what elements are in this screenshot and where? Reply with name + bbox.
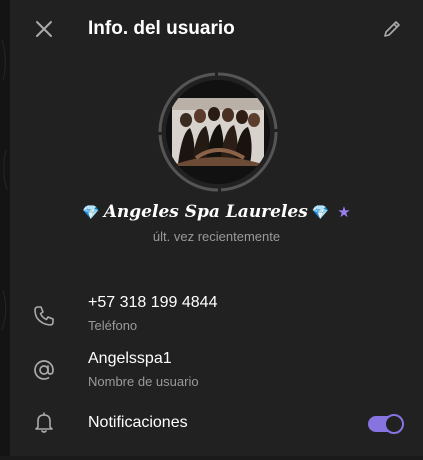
notifications-label: Notificaciones	[88, 414, 188, 431]
gem-emoji-right: 💎	[311, 203, 330, 220]
avatar-photo	[166, 80, 270, 184]
avatar[interactable]	[156, 70, 280, 194]
edit-button[interactable]	[374, 11, 410, 47]
username-value: Angelsspa1	[88, 350, 172, 367]
display-name: Angeles Spa Laureles	[103, 202, 308, 222]
last-seen-status: últ. vez recientemente	[152, 229, 281, 244]
display-name-row: 💎 Angeles Spa Laureles 💎 ★	[10, 202, 423, 222]
close-icon	[36, 21, 52, 37]
phone-number: +57 318 199 4844	[88, 294, 218, 311]
profile-photo-image	[166, 80, 270, 184]
at-icon	[30, 356, 58, 384]
notifications-toggle[interactable]	[368, 414, 404, 434]
username-label: Nombre de usuario	[88, 374, 199, 389]
gem-emoji-left: 💎	[82, 203, 100, 220]
premium-star-icon[interactable]: ★	[337, 203, 350, 221]
user-info-panel: Info. del usuario 💎 Angeles Spa Laureles…	[10, 0, 423, 456]
panel-header: Info. del usuario	[10, 0, 423, 60]
background-pattern	[1, 39, 8, 331]
close-button[interactable]	[26, 11, 62, 47]
notifications-row[interactable]: Notificaciones	[10, 404, 423, 460]
phone-label: Teléfono	[88, 318, 138, 333]
username-row[interactable]: Angelsspa1 Nombre de usuario	[10, 344, 423, 400]
pencil-icon	[384, 21, 400, 37]
page-title: Info. del usuario	[88, 18, 235, 39]
phone-icon	[30, 302, 58, 330]
toggle-knob	[384, 414, 404, 434]
left-background-strip	[0, 0, 10, 456]
phone-row[interactable]: +57 318 199 4844 Teléfono	[10, 288, 423, 344]
bell-icon	[30, 408, 58, 436]
